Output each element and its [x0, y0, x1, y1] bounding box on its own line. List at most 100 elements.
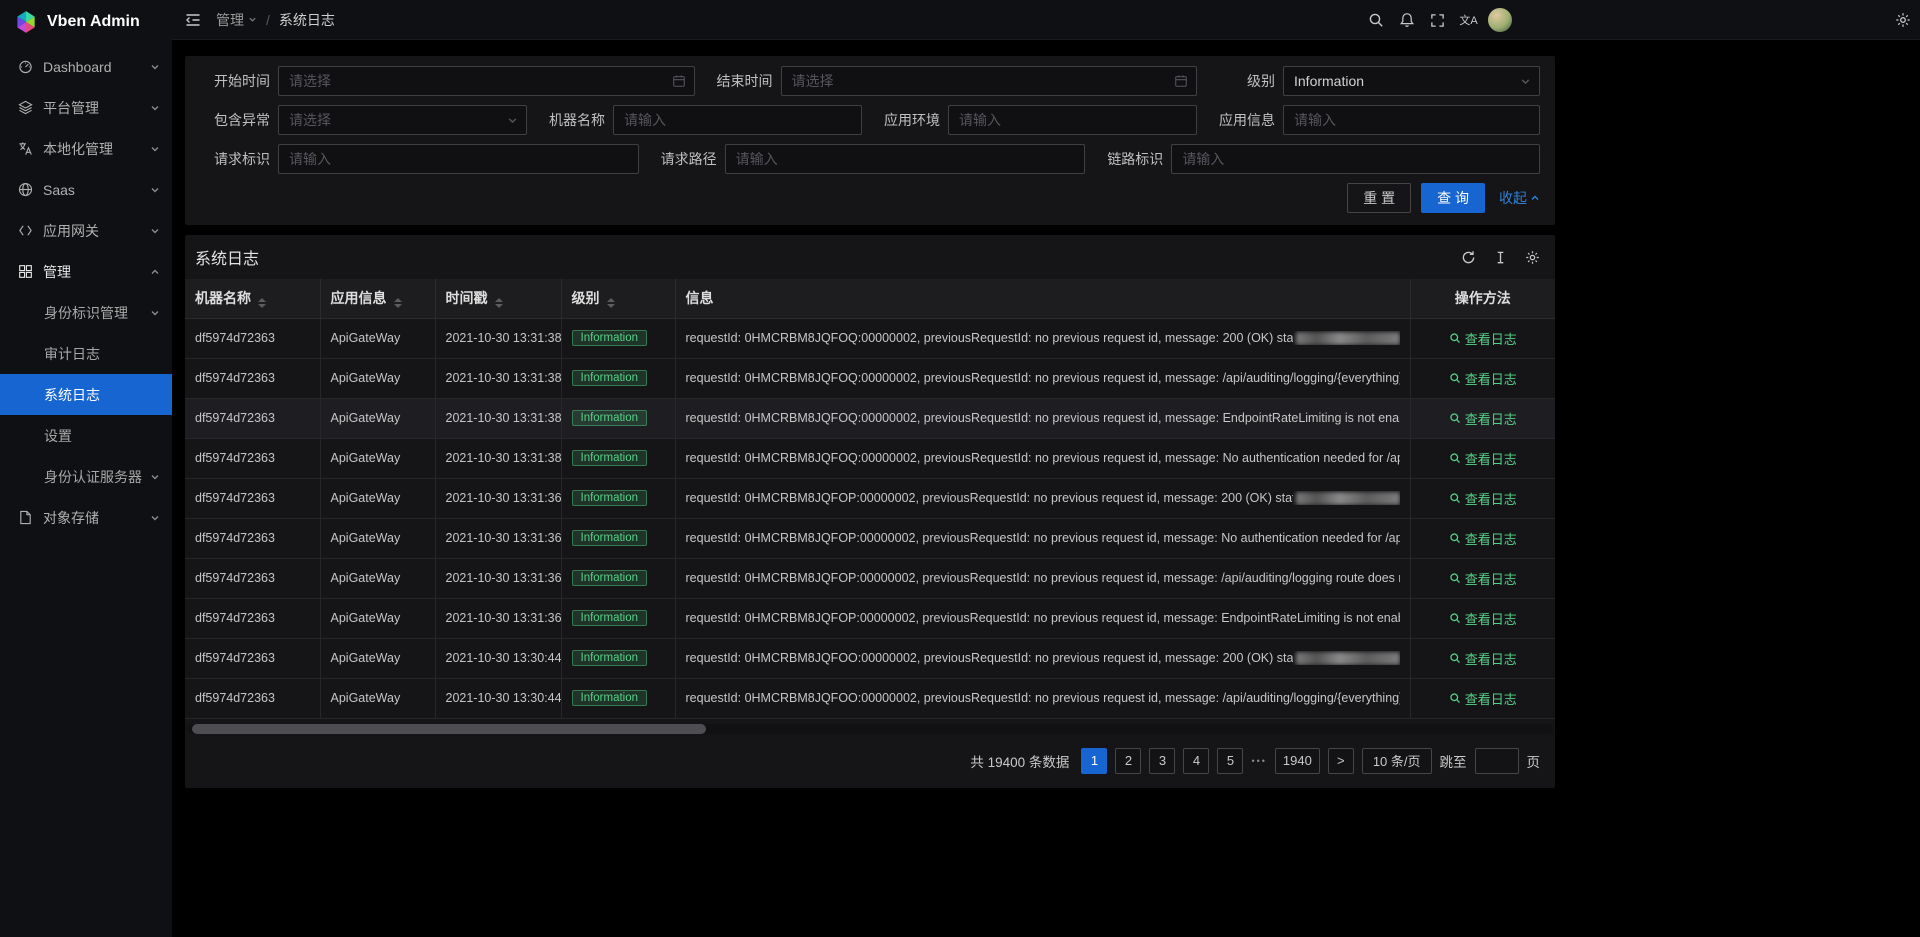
request-path-field[interactable]: [725, 144, 1086, 174]
view-log-link[interactable]: 查看日志: [1449, 369, 1517, 388]
page-button-3[interactable]: 3: [1149, 748, 1175, 774]
sidebar-item-auth-server[interactable]: 身份认证服务器: [0, 456, 172, 497]
sidebar-item-label: 设置: [44, 426, 160, 446]
column-header-应用信息[interactable]: 应用信息: [320, 279, 435, 318]
view-log-link[interactable]: 查看日志: [1449, 689, 1517, 708]
page-ellipsis[interactable]: •••: [1251, 756, 1266, 766]
view-log-link[interactable]: 查看日志: [1449, 329, 1517, 348]
view-log-link[interactable]: 查看日志: [1449, 489, 1517, 508]
trace-id-field[interactable]: [1171, 144, 1540, 174]
page-button-2[interactable]: 2: [1115, 748, 1141, 774]
sidebar-item-audit-log[interactable]: 审计日志: [0, 333, 172, 374]
next-page-button[interactable]: >: [1328, 748, 1354, 774]
page-size-select[interactable]: 10 条/页: [1362, 748, 1432, 774]
machine-name-input[interactable]: [624, 112, 835, 128]
column-header-级别[interactable]: 级别: [561, 279, 675, 318]
page-button-5[interactable]: 5: [1217, 748, 1243, 774]
reset-button[interactable]: 重 置: [1347, 183, 1411, 213]
sidebar-item-localization[interactable]: 本地化管理: [0, 128, 172, 169]
search-button[interactable]: 查 询: [1421, 183, 1485, 213]
column-header-机器名称[interactable]: 机器名称: [185, 279, 320, 318]
include-exception-select[interactable]: [278, 105, 527, 135]
row-height-icon[interactable]: [1493, 250, 1508, 265]
include-exception-value[interactable]: [289, 112, 500, 128]
cell-level: Information: [561, 398, 675, 438]
sidebar-item-platform[interactable]: 平台管理: [0, 87, 172, 128]
view-log-link[interactable]: 查看日志: [1449, 569, 1517, 588]
scrollbar-thumb[interactable]: [192, 724, 706, 734]
cell-message: requestId: 0HMCRBM8JQFOQ:00000002, previ…: [675, 318, 1410, 358]
menu-fold-icon[interactable]: [176, 0, 210, 40]
refresh-icon[interactable]: [1461, 250, 1476, 265]
horizontal-scrollbar[interactable]: [187, 724, 1553, 734]
end-time-picker[interactable]: [781, 66, 1198, 96]
sidebar-item-object-storage[interactable]: 对象存储: [0, 497, 172, 538]
request-id-field[interactable]: [278, 144, 639, 174]
sidebar-item-label: Saas: [43, 182, 150, 198]
machine-name-field[interactable]: [613, 105, 862, 135]
sidebar-item-label: 审计日志: [44, 344, 160, 364]
logo[interactable]: Vben Admin: [0, 0, 172, 44]
log-table: 机器名称应用信息时间戳级别信息操作方法 df5974d72363ApiGateW…: [185, 279, 1555, 719]
level-badge: Information: [572, 610, 648, 626]
chevron-down-icon: [150, 513, 160, 523]
view-log-link[interactable]: 查看日志: [1449, 409, 1517, 428]
app-info-input[interactable]: [1294, 112, 1513, 128]
jump-page-input[interactable]: [1475, 748, 1519, 774]
search-icon: [1449, 612, 1461, 624]
breadcrumb-root[interactable]: 管理: [216, 10, 257, 30]
cell-app-info: ApiGateWay: [320, 518, 435, 558]
sidebar-item-system-log[interactable]: 系统日志: [0, 374, 172, 415]
view-log-link[interactable]: 查看日志: [1449, 449, 1517, 468]
request-id-input[interactable]: [289, 151, 612, 167]
collapse-toggle[interactable]: 收起: [1499, 188, 1540, 208]
chevron-down-icon: [150, 62, 160, 72]
bell-icon[interactable]: [1391, 0, 1422, 40]
app-environment-field[interactable]: [948, 105, 1197, 135]
search-icon: [1449, 412, 1461, 424]
app-info-field[interactable]: [1283, 105, 1540, 135]
view-log-link[interactable]: 查看日志: [1449, 649, 1517, 668]
level-select-value[interactable]: [1294, 73, 1513, 89]
sidebar-item-dashboard[interactable]: Dashboard: [0, 46, 172, 87]
search-icon[interactable]: [1360, 0, 1391, 40]
page-button-1[interactable]: 1: [1081, 748, 1107, 774]
cell-actions: 查看日志: [1410, 518, 1555, 558]
column-header-信息: 信息: [675, 279, 1410, 318]
start-time-picker[interactable]: [278, 66, 695, 96]
sidebar-item-saas[interactable]: Saas: [0, 169, 172, 210]
field-label: 级别: [1205, 71, 1275, 91]
sidebar-item-identity[interactable]: 身份标识管理: [0, 292, 172, 333]
table-row: df5974d72363ApiGateWay2021-10-30 13:31:3…: [185, 438, 1555, 478]
trace-id-input[interactable]: [1182, 151, 1513, 167]
content: 开始时间 结束时间: [172, 40, 1920, 937]
start-time-input[interactable]: [289, 73, 668, 89]
page-button-1940[interactable]: 1940: [1275, 748, 1320, 774]
column-header-时间戳[interactable]: 时间戳: [435, 279, 561, 318]
level-select[interactable]: [1283, 66, 1540, 96]
view-log-link[interactable]: 查看日志: [1449, 609, 1517, 628]
sidebar-item-settings[interactable]: 设置: [0, 415, 172, 456]
cell-app-info: ApiGateWay: [320, 398, 435, 438]
sidebar-item-manage[interactable]: 管理: [0, 251, 172, 292]
fullscreen-icon[interactable]: [1422, 0, 1453, 40]
avatar[interactable]: [1484, 0, 1515, 40]
table-row: df5974d72363ApiGateWay2021-10-30 13:31:3…: [185, 318, 1555, 358]
cell-timestamp: 2021-10-30 13:30:44: [435, 678, 561, 718]
view-log-link[interactable]: 查看日志: [1449, 529, 1517, 548]
chevron-down-icon: [150, 226, 160, 236]
column-settings-icon[interactable]: [1525, 250, 1540, 265]
app-environment-input[interactable]: [959, 112, 1170, 128]
page-button-4[interactable]: 4: [1183, 748, 1209, 774]
sidebar-item-label: 身份标识管理: [44, 303, 150, 323]
translate-icon[interactable]: 文A: [1453, 0, 1484, 40]
filter-start-time: 开始时间: [200, 66, 703, 96]
sidebar-item-gateway[interactable]: 应用网关: [0, 210, 172, 251]
end-time-input[interactable]: [792, 73, 1171, 89]
localization-icon: [18, 141, 34, 157]
sidebar-item-label: 本地化管理: [43, 139, 150, 159]
settings-gear-icon[interactable]: [1887, 0, 1918, 40]
request-path-input[interactable]: [736, 151, 1059, 167]
filter-request-id: 请求标识: [200, 144, 647, 174]
table-row: df5974d72363ApiGateWay2021-10-30 13:31:3…: [185, 358, 1555, 398]
